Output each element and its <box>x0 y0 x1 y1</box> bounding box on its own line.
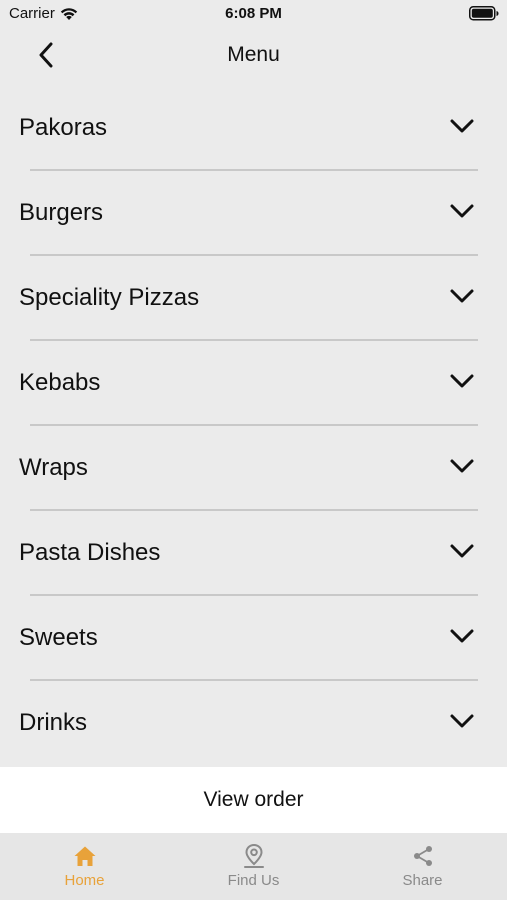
menu-category-label: Sweets <box>19 624 98 651</box>
status-time: 6:08 PM <box>225 5 282 22</box>
chevron-down-icon <box>450 714 474 728</box>
view-order-label: View order <box>203 788 304 811</box>
chevron-down-icon <box>450 204 474 218</box>
menu-category-pakoras[interactable]: Pakoras <box>0 86 507 171</box>
chevron-down-icon <box>450 374 474 388</box>
menu-category-sweets[interactable]: Sweets <box>0 596 507 681</box>
chevron-down-icon <box>450 459 474 473</box>
chevron-down-icon <box>450 289 474 303</box>
share-icon <box>410 843 436 869</box>
chevron-down-icon <box>450 629 474 643</box>
menu-category-drinks[interactable]: Drinks <box>0 681 507 766</box>
page-title: Menu <box>227 43 280 66</box>
map-pin-icon <box>241 843 267 869</box>
menu-category-label: Kebabs <box>19 369 101 396</box>
tab-home[interactable]: Home <box>0 833 169 900</box>
menu-category-pasta-dishes[interactable]: Pasta Dishes <box>0 511 507 596</box>
menu-category-speciality-pizzas[interactable]: Speciality Pizzas <box>0 256 507 341</box>
tab-find-us[interactable]: Find Us <box>169 833 338 900</box>
menu-category-label: Pakoras <box>19 114 108 141</box>
view-order-button[interactable]: View order <box>0 767 507 833</box>
menu-category-label: Speciality Pizzas <box>19 284 200 311</box>
menu-category-kebabs[interactable]: Kebabs <box>0 341 507 426</box>
home-icon <box>72 843 98 869</box>
menu-screen: Carrier 6:08 PM Menu Pakoras Burgers Spe… <box>0 0 507 900</box>
menu-category-label: Wraps <box>19 454 88 481</box>
status-bar: Carrier 6:08 PM <box>0 0 507 30</box>
menu-category-label: Burgers <box>19 199 104 226</box>
menu-category-burgers[interactable]: Burgers <box>0 171 507 256</box>
menu-list: Pakoras Burgers Speciality Pizzas Kebabs… <box>0 86 507 766</box>
tab-label: Find Us <box>227 872 280 889</box>
tab-label: Home <box>64 872 105 889</box>
battery-icon <box>469 6 499 26</box>
tab-share[interactable]: Share <box>338 833 507 900</box>
menu-category-wraps[interactable]: Wraps <box>0 426 507 511</box>
tab-bar: Home Find Us Share <box>0 833 507 900</box>
menu-category-label: Drinks <box>19 709 88 736</box>
nav-bar: Menu <box>0 30 507 82</box>
tab-label: Share <box>402 872 443 889</box>
chevron-down-icon <box>450 544 474 558</box>
chevron-down-icon <box>450 119 474 133</box>
menu-category-label: Pasta Dishes <box>19 539 161 566</box>
